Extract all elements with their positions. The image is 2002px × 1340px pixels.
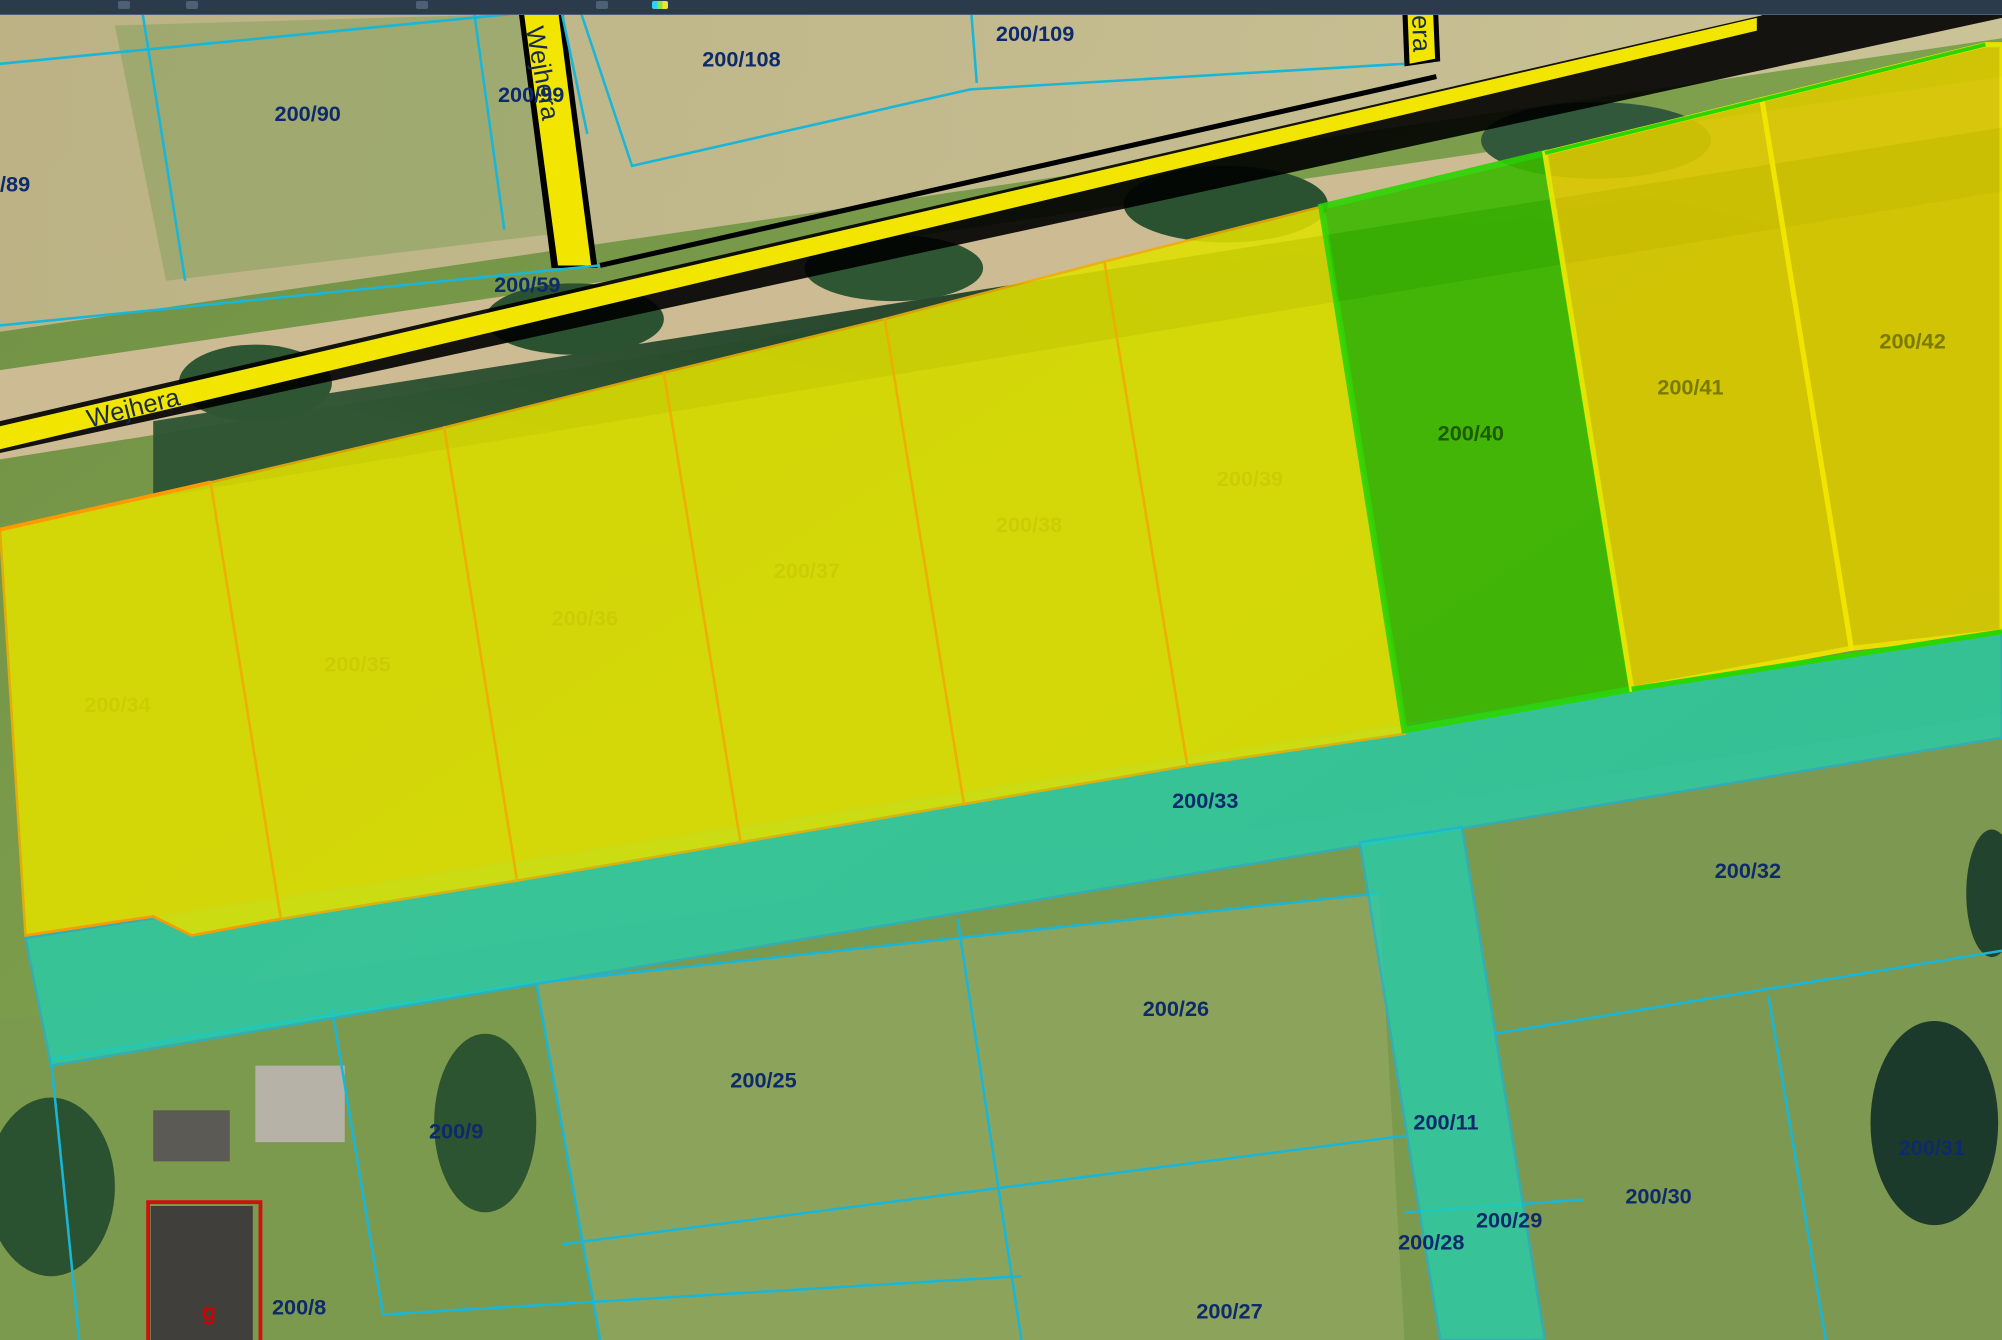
parcel-label: 200/26 xyxy=(1143,996,1209,1021)
street-label-wejhera-top: era xyxy=(1406,15,1435,54)
parcel-label: 200/34 xyxy=(84,692,150,717)
parcel-label: 200/11 xyxy=(1413,1109,1478,1134)
map-toolbar xyxy=(0,0,2002,15)
parcel-label: 200/8 xyxy=(272,1294,326,1319)
parcel-label: 200/41 xyxy=(1657,374,1723,399)
tool-icon-3[interactable] xyxy=(416,1,428,9)
parcel-label: 200/30 xyxy=(1625,1183,1691,1208)
parcel-label: 200/32 xyxy=(1715,858,1781,883)
parcel-map[interactable]: Wejhera Wejhera era 200/109 200/108 200/… xyxy=(0,0,2002,1340)
parcel-label: 200/33 xyxy=(1172,788,1238,813)
parcel-label: 200/35 xyxy=(324,651,390,676)
parcel-label: 200/109 xyxy=(996,21,1074,46)
parcel-label: 200/38 xyxy=(996,512,1062,537)
parcel-label: 200/59 xyxy=(494,272,560,297)
parcel-label: 200/39 xyxy=(1217,466,1283,491)
parcel-label: 200/9 xyxy=(429,1118,483,1143)
parcel-label: /89 xyxy=(0,171,30,196)
tool-icon-4[interactable] xyxy=(596,1,608,9)
parcel-label: 200/37 xyxy=(774,558,840,583)
parcel-label: 200/36 xyxy=(552,605,618,630)
legend-icon[interactable] xyxy=(652,1,668,9)
parcel-label: 200/25 xyxy=(730,1067,796,1092)
parcel-label: 200/28 xyxy=(1398,1229,1464,1254)
parcel-label: 200/27 xyxy=(1196,1298,1262,1323)
parcel-label: 200/40 xyxy=(1438,420,1504,445)
parcel-label: 200/29 xyxy=(1476,1208,1542,1233)
parcel-label: 200/99 xyxy=(498,82,564,107)
parcel-label: 200/31 xyxy=(1899,1135,1965,1160)
parcel-label: 200/42 xyxy=(1879,328,1945,353)
parcel-label: 200/90 xyxy=(275,101,341,126)
tool-icon-1[interactable] xyxy=(118,1,130,9)
building-symbol-label: g xyxy=(202,1299,216,1325)
tool-icon-2[interactable] xyxy=(186,1,198,9)
parcel-label: 200/108 xyxy=(702,46,780,71)
